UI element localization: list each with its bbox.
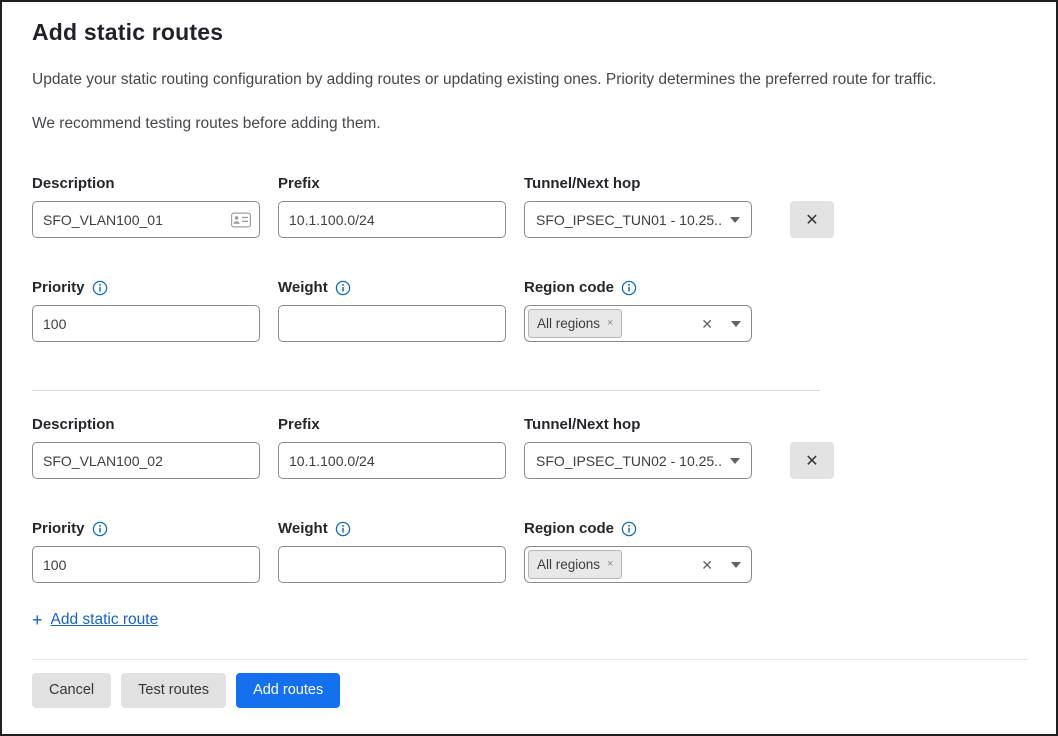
priority-input[interactable] xyxy=(32,546,260,583)
tunnel-select[interactable]: SFO_IPSEC_TUN02 - 10.25... xyxy=(524,442,752,479)
description-input[interactable] xyxy=(32,442,260,479)
priority-input[interactable] xyxy=(32,305,260,342)
dropdown-caret-icon xyxy=(730,217,740,223)
dropdown-caret-icon xyxy=(730,458,740,464)
info-icon[interactable] xyxy=(92,280,108,296)
weight-input[interactable] xyxy=(278,305,506,342)
region-chip: All regions × xyxy=(528,550,622,579)
tunnel-select-value: SFO_IPSEC_TUN02 - 10.25... xyxy=(536,453,722,469)
dropdown-caret-icon xyxy=(731,562,741,568)
info-icon[interactable] xyxy=(335,521,351,537)
region-chip-label: All regions xyxy=(537,316,600,331)
footer-actions: Cancel Test routes Add routes xyxy=(32,673,1028,708)
info-icon[interactable] xyxy=(335,280,351,296)
footer-divider xyxy=(32,659,1028,660)
test-routes-button[interactable]: Test routes xyxy=(121,673,226,708)
info-icon[interactable] xyxy=(621,521,637,537)
delete-route-button[interactable]: ✕ xyxy=(790,201,834,238)
priority-label: Priority xyxy=(32,278,260,297)
prefix-label: Prefix xyxy=(278,174,506,193)
weight-label: Weight xyxy=(278,278,506,297)
region-code-select[interactable]: All regions × ✕ xyxy=(524,546,752,583)
add-static-route-link[interactable]: + Add static route xyxy=(32,611,158,629)
close-icon: ✕ xyxy=(805,451,818,471)
plus-icon: + xyxy=(32,612,43,628)
page-title: Add static routes xyxy=(32,18,1028,46)
region-chip: All regions × xyxy=(528,309,622,338)
weight-label: Weight xyxy=(278,519,506,538)
description-input[interactable] xyxy=(32,201,260,238)
chip-remove-icon[interactable]: × xyxy=(607,559,613,570)
dialog-note: We recommend testing routes before addin… xyxy=(32,114,1028,134)
dialog-description: Update your static routing configuration… xyxy=(32,70,1028,90)
add-routes-button[interactable]: Add routes xyxy=(236,673,340,708)
delete-route-button[interactable]: ✕ xyxy=(790,442,834,479)
chip-remove-icon[interactable]: × xyxy=(607,318,613,329)
prefix-input[interactable] xyxy=(278,442,506,479)
route-section-1: Description xyxy=(32,174,1028,342)
description-label: Description xyxy=(32,174,260,193)
dropdown-caret-icon xyxy=(731,321,741,327)
route-divider xyxy=(32,390,820,391)
info-icon[interactable] xyxy=(92,521,108,537)
prefix-input[interactable] xyxy=(278,201,506,238)
region-code-label: Region code xyxy=(524,278,752,297)
priority-label: Priority xyxy=(32,519,260,538)
weight-input[interactable] xyxy=(278,546,506,583)
cancel-button[interactable]: Cancel xyxy=(32,673,111,708)
prefix-label: Prefix xyxy=(278,415,506,434)
close-icon: ✕ xyxy=(805,210,818,230)
tunnel-select[interactable]: SFO_IPSEC_TUN01 - 10.25... xyxy=(524,201,752,238)
info-icon[interactable] xyxy=(621,280,637,296)
region-code-label: Region code xyxy=(524,519,752,538)
clear-selection-icon[interactable]: ✕ xyxy=(701,317,713,331)
route-section-2: Description Prefix Tunnel/Next hop SFO_I… xyxy=(32,415,1028,583)
add-static-routes-dialog: Add static routes Update your static rou… xyxy=(0,0,1058,736)
region-chip-label: All regions xyxy=(537,557,600,572)
tunnel-label: Tunnel/Next hop xyxy=(524,415,752,434)
region-code-select[interactable]: All regions × ✕ xyxy=(524,305,752,342)
clear-selection-icon[interactable]: ✕ xyxy=(701,558,713,572)
description-label: Description xyxy=(32,415,260,434)
tunnel-label: Tunnel/Next hop xyxy=(524,174,752,193)
tunnel-select-value: SFO_IPSEC_TUN01 - 10.25... xyxy=(536,212,722,228)
add-static-route-label: Add static route xyxy=(51,611,159,629)
